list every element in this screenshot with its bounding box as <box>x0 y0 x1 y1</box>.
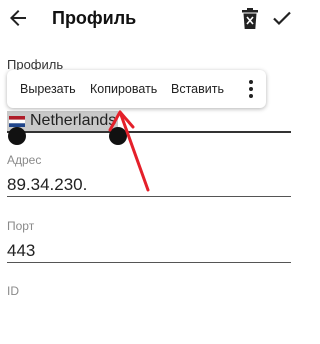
more-options-icon[interactable] <box>247 78 255 100</box>
address-field-underline <box>7 196 291 197</box>
annotation-arrow <box>108 110 150 192</box>
profile-field-underline <box>7 131 291 133</box>
id-field-label: ID <box>7 284 19 298</box>
copy-menu-item[interactable]: Копировать <box>90 82 157 96</box>
port-field-underline <box>7 262 291 263</box>
back-arrow-icon[interactable] <box>6 6 30 30</box>
trash-icon[interactable] <box>240 8 260 30</box>
cut-menu-item[interactable]: Вырезать <box>20 82 76 96</box>
text-selection-menu: Вырезать Копировать Вставить <box>7 70 266 108</box>
selection-start-handle[interactable] <box>8 127 26 145</box>
netherlands-flag-icon <box>9 115 25 127</box>
page-title: Профиль <box>52 8 137 28</box>
port-field-value[interactable]: 443 <box>7 241 35 261</box>
selected-text-highlight[interactable]: Netherlands <box>7 111 119 131</box>
selection-end-handle[interactable] <box>109 127 127 145</box>
check-icon[interactable] <box>270 6 294 30</box>
address-field-value[interactable]: 89.34.230. <box>7 175 87 195</box>
app-bar: Профиль <box>0 0 300 40</box>
port-field-label: Порт <box>7 219 35 233</box>
profile-field-value: Netherlands <box>30 112 117 129</box>
paste-menu-item[interactable]: Вставить <box>171 82 224 96</box>
address-field-label: Адрес <box>7 153 42 167</box>
